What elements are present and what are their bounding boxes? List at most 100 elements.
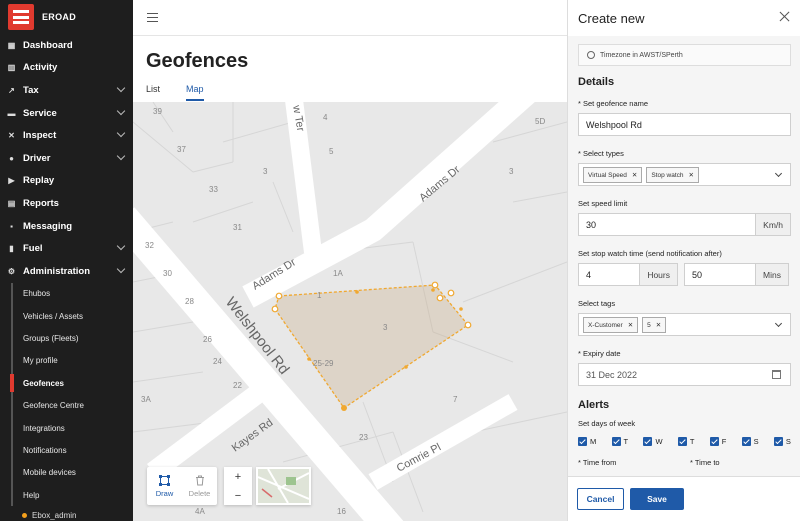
minimap-thumbnail[interactable]: [256, 467, 311, 505]
chart-icon: ↗: [8, 85, 15, 95]
alerts-heading: Alerts: [578, 399, 610, 411]
day-checkbox[interactable]: M: [578, 437, 596, 446]
hours-input[interactable]: 4 Hours: [578, 263, 678, 286]
view-tabs: List Map: [146, 84, 204, 101]
panel-footer: Cancel Save: [568, 476, 800, 521]
lot-label: 33: [209, 185, 218, 194]
sidebar-item-service[interactable]: ▬ Service: [0, 102, 133, 125]
tags-select[interactable]: X-Customer ✕ 5 ✕: [578, 313, 791, 336]
checkbox-checked-icon: [773, 437, 783, 446]
sidebar-item-label: Messaging: [23, 220, 73, 232]
lot-label: 4: [323, 113, 328, 122]
subnav-item-help[interactable]: Help: [0, 484, 133, 506]
sidebar-item-inspect[interactable]: ✕ Inspect: [0, 124, 133, 147]
day-checkbox[interactable]: T: [611, 437, 629, 446]
day-label: S: [753, 437, 759, 446]
lot-label: 3: [509, 167, 514, 176]
close-icon[interactable]: [779, 11, 790, 22]
lot-label: 31: [233, 223, 242, 232]
remove-chip-icon[interactable]: ✕: [632, 172, 637, 179]
tools-icon: ✕: [8, 131, 15, 141]
hours-value: 4: [586, 269, 592, 280]
menu-collapse-icon[interactable]: [147, 13, 158, 24]
mins-input[interactable]: 50 Mins: [684, 263, 789, 286]
draw-button[interactable]: Draw: [147, 467, 182, 505]
user-row[interactable]: Ebox_admin: [0, 506, 133, 521]
subnav-item-integrations[interactable]: Integrations: [0, 417, 133, 439]
day-checkbox[interactable]: S: [773, 437, 791, 446]
day-checkbox[interactable]: S: [741, 437, 759, 446]
subnav-item-notifications[interactable]: Notifications: [0, 439, 133, 461]
name-label: * Set geofence name: [578, 99, 649, 108]
delete-button[interactable]: Delete: [182, 467, 217, 505]
chevron-down-icon[interactable]: [774, 169, 783, 178]
subnav-item-vehicles-assets[interactable]: Vehicles / Assets: [0, 305, 133, 327]
car-icon: ▬: [7, 108, 16, 118]
save-button[interactable]: Save: [630, 488, 684, 510]
lot-label: 22: [233, 381, 242, 390]
subnav-item-geofence-centre[interactable]: Geofence Centre: [0, 394, 133, 416]
lot-label: 26: [203, 335, 212, 344]
sidebar-item-reports[interactable]: ▤ Reports: [0, 192, 133, 215]
calendar-icon[interactable]: [772, 370, 781, 379]
zoom-in-button[interactable]: +: [235, 471, 241, 483]
remove-chip-icon[interactable]: ✕: [628, 322, 633, 329]
chevron-down-icon: [116, 129, 126, 138]
sidebar-item-label: Reports: [23, 197, 59, 209]
cancel-button[interactable]: Cancel: [577, 488, 624, 510]
sidebar-item-tax[interactable]: ↗ Tax: [0, 79, 133, 102]
lot-label: 3A: [141, 395, 151, 404]
zoom-out-button[interactable]: −: [235, 490, 241, 502]
sidebar-item-label: Administration: [23, 265, 91, 277]
sidebar-item-fuel[interactable]: ▮ Fuel: [0, 237, 133, 260]
day-label: T: [623, 437, 629, 446]
day-checkbox[interactable]: W: [643, 437, 663, 446]
day-checkbox[interactable]: F: [709, 437, 726, 446]
subnav-item-groups-fleets-[interactable]: Groups (Fleets): [0, 327, 133, 349]
fuel-icon: ▮: [9, 244, 14, 254]
geofence-name-value: Welshpool Rd: [586, 119, 642, 130]
chevron-down-icon[interactable]: [774, 319, 783, 328]
day-checkbox[interactable]: T: [677, 437, 694, 446]
types-select[interactable]: Virtual Speed ✕ Stop watch ✕: [578, 163, 791, 186]
sidebar-item-replay[interactable]: ▶ Replay: [0, 170, 133, 193]
tab-list[interactable]: List: [146, 84, 160, 101]
subnav-item-geofences[interactable]: Geofences: [0, 372, 133, 394]
timezone-banner: Timezone in AWST/SPerth: [578, 44, 791, 66]
subnav-item-mobile-devices[interactable]: Mobile devices: [0, 462, 133, 484]
sidebar-item-activity[interactable]: ▥ Activity: [0, 57, 133, 80]
chevron-down-icon: [116, 264, 126, 274]
sidebar-item-driver[interactable]: ● Driver: [0, 147, 133, 170]
chevron-down-icon: [116, 83, 126, 93]
checkbox-checked-icon: [709, 437, 719, 446]
draw-toolbar: Draw Delete: [147, 467, 217, 505]
sidebar-item-label: Replay: [23, 175, 55, 187]
sidebar-item-messaging[interactable]: ▪ Messaging: [0, 215, 133, 238]
sidebar-item-label: Dashboard: [23, 39, 73, 51]
speed-label: Set speed limit: [578, 199, 628, 208]
remove-chip-icon[interactable]: ✕: [656, 322, 661, 329]
brand[interactable]: EROAD: [0, 0, 133, 34]
sidebar-item-dashboard[interactable]: ▦ Dashboard: [0, 34, 133, 57]
chevron-down-icon: [116, 242, 126, 251]
main-nav: ▦ Dashboard ▥ Activity ↗ Tax ▬ Service ✕ Inspect ●…: [0, 34, 133, 283]
clock-icon: [587, 51, 595, 59]
subnav-item-ehubos[interactable]: Ehubos: [0, 283, 133, 305]
panel-body: Timezone in AWST/SPerth Details * Set ge…: [568, 36, 800, 476]
admin-subnav: Ehubos Vehicles / Assets Groups (Fleets) My…: [0, 282, 133, 507]
lot-label: 25-29: [313, 359, 334, 368]
expiry-date-input[interactable]: 31 Dec 2022: [578, 363, 791, 386]
types-label: * Select types: [578, 149, 624, 158]
zoom-control: + −: [224, 467, 252, 505]
person-icon: ●: [9, 153, 14, 163]
geofence-name-input[interactable]: Welshpool Rd: [578, 113, 791, 136]
subnav-item-my-profile[interactable]: My profile: [0, 350, 133, 372]
checkbox-checked-icon: [643, 437, 653, 446]
day-label: M: [590, 437, 597, 446]
tab-map[interactable]: Map: [186, 84, 204, 101]
speed-limit-input[interactable]: 30 Km/h: [578, 213, 791, 236]
sidebar-item-administration[interactable]: ⚙ Administration: [0, 260, 133, 283]
remove-chip-icon[interactable]: ✕: [689, 172, 694, 179]
map-canvas[interactable]: 39 37 3 33 31 32 30 28 26 24 22 3A 4 5 3…: [133, 102, 567, 521]
panel-title: Create new: [578, 11, 645, 26]
